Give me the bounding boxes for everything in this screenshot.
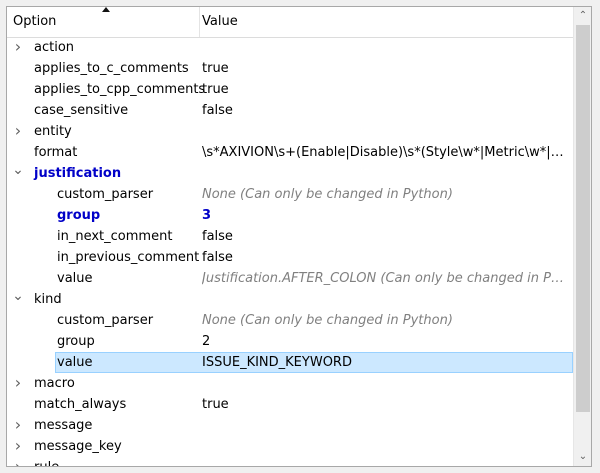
tree-row[interactable]: in_next_comment false (7, 226, 573, 247)
tree-row[interactable]: › rule (7, 457, 573, 466)
tree-row[interactable]: › entity (7, 121, 573, 142)
option-name: macro (34, 376, 75, 391)
tree-row[interactable]: applies_to_cpp_comments true (7, 79, 573, 100)
tree-header: Option Value (7, 7, 573, 38)
chevron-right-icon[interactable]: › (12, 373, 24, 394)
option-value[interactable]: Justification.AFTER_COLON (Can only be c… (202, 268, 570, 289)
vertical-scrollbar[interactable]: ⌃ ⌄ (573, 7, 591, 466)
sort-ascending-icon (102, 7, 110, 12)
option-name: rule (34, 457, 59, 466)
option-value[interactable]: true (202, 79, 570, 100)
option-value[interactable]: None (Can only be changed in Python) (202, 184, 570, 205)
tree-row[interactable]: › message_key (7, 436, 573, 457)
option-name: message_key (34, 439, 122, 454)
option-name: entity (34, 124, 72, 139)
chevron-down-icon[interactable]: ⌄ (12, 163, 24, 184)
option-name: group (57, 208, 101, 223)
tree-row[interactable]: case_sensitive false (7, 100, 573, 121)
option-name: applies_to_cpp_comments (34, 82, 206, 97)
column-separator[interactable] (199, 7, 200, 37)
tree-row[interactable]: value ISSUE_KIND_KEYWORD (7, 352, 573, 373)
tree-row[interactable]: group 3 (7, 205, 573, 226)
option-value[interactable]: ISSUE_KIND_KEYWORD (202, 352, 570, 373)
option-value[interactable]: 3 (202, 205, 570, 226)
tree-row[interactable]: › macro (7, 373, 573, 394)
scroll-up-arrow-icon[interactable]: ⌃ (574, 7, 591, 25)
option-name: group (57, 334, 95, 349)
option-name: case_sensitive (34, 103, 129, 118)
tree-row[interactable]: › action (7, 37, 573, 58)
scrollbar-thumb[interactable] (576, 25, 590, 412)
option-value[interactable] (202, 163, 570, 184)
options-tree-view[interactable]: Option Value › action applies_to_c_comment… (6, 6, 592, 467)
option-value[interactable]: true (202, 58, 570, 79)
chevron-down-icon[interactable]: ⌄ (12, 289, 24, 310)
option-value[interactable]: None (Can only be changed in Python) (202, 310, 570, 331)
option-value[interactable]: 2 (202, 331, 570, 352)
option-name: in_previous_comment (57, 250, 200, 265)
option-value[interactable] (202, 457, 570, 466)
tree-row[interactable]: › message (7, 415, 573, 436)
chevron-right-icon[interactable]: › (12, 436, 24, 457)
option-value[interactable]: true (202, 394, 570, 415)
option-name: format (34, 145, 78, 160)
option-name: message (34, 418, 93, 433)
option-name: match_always (34, 397, 127, 412)
tree-rows: › action applies_to_c_comments true applies_… (7, 37, 573, 466)
option-value[interactable]: \s*AXIVION\s+(Enable|Disable)\s*(Style\w… (202, 142, 570, 163)
option-name: value (57, 355, 93, 370)
option-name: applies_to_c_comments (34, 61, 189, 76)
option-name: action (34, 40, 75, 55)
option-value[interactable] (202, 289, 570, 310)
chevron-right-icon[interactable]: › (12, 37, 24, 58)
option-value[interactable]: false (202, 226, 570, 247)
tree-row[interactable]: custom_parser None (Can only be changed i… (7, 310, 573, 331)
chevron-right-icon[interactable]: › (12, 457, 24, 466)
tree-row[interactable]: custom_parser None (Can only be changed i… (7, 184, 573, 205)
option-value[interactable] (202, 121, 570, 142)
option-name: kind (34, 292, 62, 307)
option-name: justification (34, 166, 122, 181)
tree-row[interactable]: group 2 (7, 331, 573, 352)
tree-row[interactable]: ⌄ kind (7, 289, 573, 310)
tree-row[interactable]: value Justification.AFTER_COLON (Can only… (7, 268, 573, 289)
option-value[interactable]: false (202, 247, 570, 268)
column-header-value[interactable]: Value (202, 7, 562, 37)
option-name: custom_parser (57, 313, 154, 328)
chevron-right-icon[interactable]: › (12, 415, 24, 436)
option-value[interactable]: false (202, 100, 570, 121)
option-value[interactable] (202, 37, 570, 58)
option-name: in_next_comment (57, 229, 173, 244)
scroll-down-arrow-icon[interactable]: ⌄ (574, 448, 591, 466)
option-name: custom_parser (57, 187, 154, 202)
tree-row[interactable]: format \s*AXIVION\s+(Enable|Disable)\s*(S… (7, 142, 573, 163)
option-value[interactable] (202, 373, 570, 394)
option-name: value (57, 271, 93, 286)
chevron-right-icon[interactable]: › (12, 121, 24, 142)
tree-row[interactable]: applies_to_c_comments true (7, 58, 573, 79)
tree-row[interactable]: ⌄ justification (7, 163, 573, 184)
option-value[interactable] (202, 436, 570, 457)
option-value[interactable] (202, 415, 570, 436)
tree-row[interactable]: in_previous_comment false (7, 247, 573, 268)
tree-row[interactable]: match_always true (7, 394, 573, 415)
